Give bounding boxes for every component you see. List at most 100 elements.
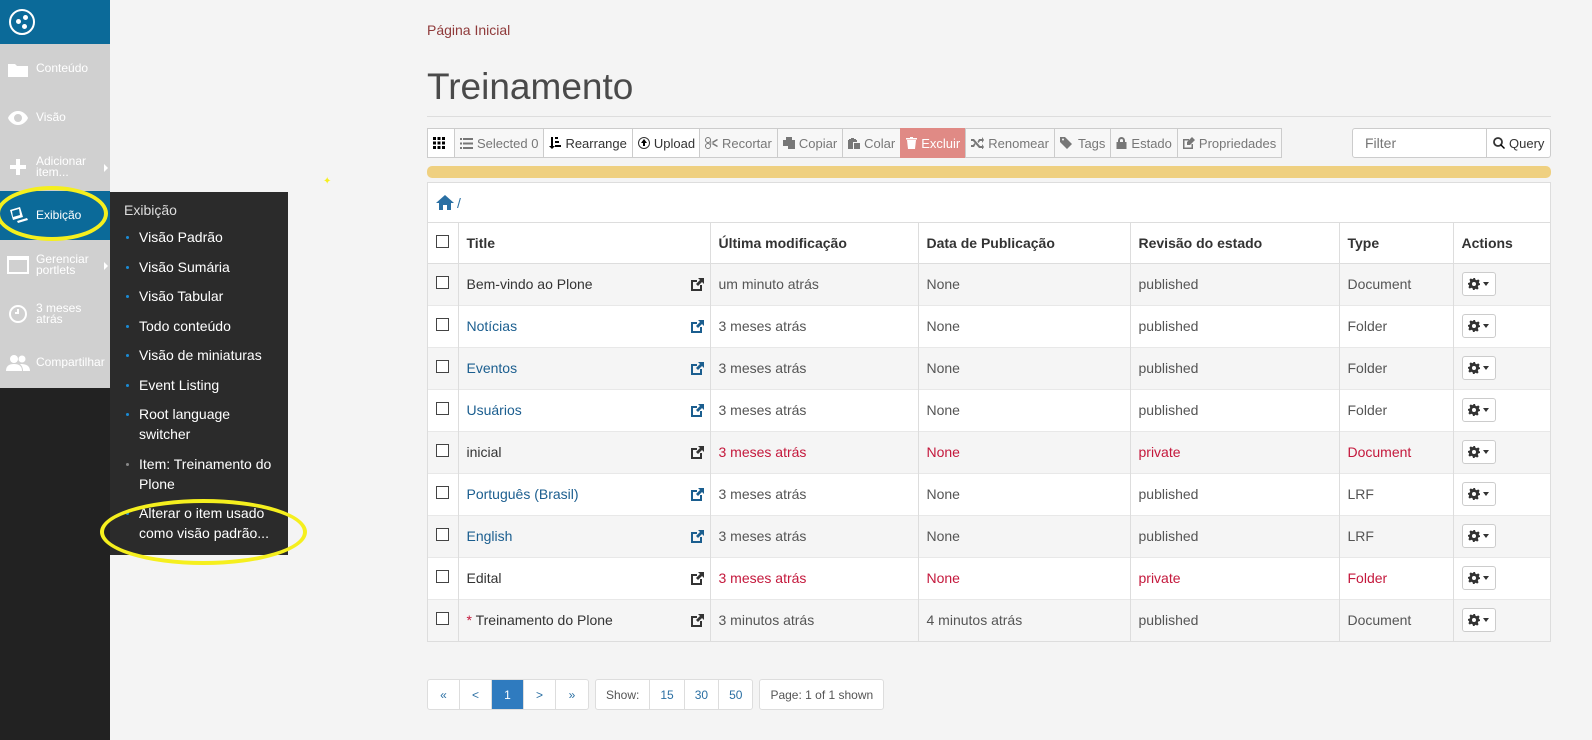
- table-row[interactable]: Edital 3 meses atrás None private Folder: [428, 556, 1550, 599]
- table-row[interactable]: * Treinamento do Plone 3 minutos atrás 4 m…: [428, 598, 1550, 641]
- col-modified[interactable]: Última modificação: [710, 223, 919, 264]
- row-checkbox[interactable]: [436, 402, 449, 415]
- tags-button[interactable]: Tags: [1053, 128, 1112, 158]
- row-select-cell: [428, 262, 459, 305]
- prev-page-button[interactable]: <: [460, 680, 492, 709]
- submenu-item-event-listing[interactable]: Event Listing: [124, 375, 288, 395]
- last-page-button[interactable]: »: [556, 680, 588, 709]
- external-link-icon[interactable]: [690, 571, 704, 585]
- table-row[interactable]: inicial 3 meses atrás None private Document: [428, 430, 1550, 473]
- first-page-button[interactable]: «: [428, 680, 460, 709]
- breadcrumb-home[interactable]: Página Inicial: [427, 22, 510, 38]
- table-row[interactable]: Notícias 3 meses atrás None published Folder: [428, 304, 1550, 347]
- default-page-marker: *: [466, 612, 476, 629]
- row-checkbox[interactable]: [436, 612, 449, 626]
- row-actions-button[interactable]: [1461, 608, 1496, 633]
- submenu-item-default-view[interactable]: Visão Padrão: [124, 227, 288, 247]
- cut-button[interactable]: Recortar: [699, 128, 778, 158]
- external-link-icon[interactable]: [690, 361, 704, 375]
- state-button[interactable]: Estado: [1110, 128, 1178, 158]
- item-title-link[interactable]: Eventos: [467, 360, 518, 376]
- copy-button[interactable]: Copiar: [776, 128, 844, 158]
- col-state[interactable]: Revisão do estado: [1130, 223, 1340, 264]
- row-actions-button[interactable]: [1461, 314, 1496, 338]
- table-row[interactable]: Português (Brasil) 3 meses atrás None publi…: [428, 472, 1550, 515]
- path-text[interactable]: /: [457, 195, 461, 211]
- paste-button[interactable]: Colar: [842, 128, 902, 158]
- plone-logo[interactable]: [0, 0, 110, 44]
- upload-button[interactable]: Upload: [631, 128, 702, 158]
- type-cell: Folder: [1339, 388, 1454, 431]
- col-published[interactable]: Data de Publicação: [918, 223, 1131, 264]
- external-link-icon[interactable]: [690, 487, 704, 501]
- external-link-icon[interactable]: [690, 403, 704, 417]
- col-title[interactable]: Title: [458, 223, 711, 264]
- submenu-item-current-item[interactable]: Item: Treinamento do Plone: [124, 454, 274, 494]
- external-link-icon[interactable]: [690, 445, 704, 459]
- query-button[interactable]: Query: [1487, 128, 1552, 158]
- item-title-link[interactable]: Edital: [467, 570, 502, 586]
- current-page-button[interactable]: 1: [492, 680, 524, 709]
- toolbar-item-portlets[interactable]: Gerenciar portlets: [0, 240, 110, 289]
- properties-button[interactable]: Propriedades: [1176, 128, 1283, 158]
- external-link-icon[interactable]: [690, 529, 704, 543]
- table-row[interactable]: Bem-vindo ao Plone um minuto atrás None pub…: [428, 262, 1550, 305]
- row-actions-button[interactable]: [1461, 356, 1496, 380]
- submenu-item-tabular-view[interactable]: Visão Tabular: [124, 286, 288, 306]
- row-checkbox[interactable]: [436, 444, 449, 457]
- table-row[interactable]: Usuários 3 meses atrás None published Folder: [428, 388, 1550, 431]
- title-cell: English: [458, 514, 711, 557]
- row-actions-button[interactable]: [1461, 440, 1496, 464]
- filter-input[interactable]: [1352, 128, 1487, 158]
- submenu-item-summary-view[interactable]: Visão Sumária: [124, 257, 288, 277]
- selected-button[interactable]: Selected 0: [454, 128, 545, 158]
- row-actions-button[interactable]: [1461, 272, 1496, 296]
- rename-button[interactable]: Renomear: [965, 128, 1055, 158]
- table-row[interactable]: Eventos 3 meses atrás None published Folder: [428, 346, 1550, 389]
- toolbar-item-history[interactable]: 3 meses atrás: [0, 289, 110, 338]
- row-actions-button[interactable]: [1461, 398, 1496, 422]
- table-row[interactable]: English 3 meses atrás None published LRF: [428, 514, 1550, 557]
- item-title-link[interactable]: Português (Brasil): [467, 486, 579, 502]
- list-icon: [460, 137, 473, 149]
- row-checkbox[interactable]: [436, 486, 449, 499]
- next-page-button[interactable]: >: [524, 680, 556, 709]
- page-size-15[interactable]: 15: [650, 680, 685, 709]
- columns-button[interactable]: [427, 128, 455, 158]
- item-title-link[interactable]: inicial: [467, 444, 502, 460]
- rearrange-button[interactable]: Rearrange: [543, 128, 633, 158]
- row-actions-button[interactable]: [1461, 524, 1496, 548]
- item-title-link[interactable]: Bem-vindo ao Plone: [467, 276, 593, 292]
- properties-label: Propriedades: [1198, 135, 1277, 151]
- external-link-icon[interactable]: [690, 613, 704, 627]
- row-select-cell: [428, 388, 459, 431]
- row-actions-button[interactable]: [1461, 482, 1496, 506]
- toolbar-item-display[interactable]: Exibição: [0, 191, 110, 240]
- toolbar-item-contents[interactable]: Conteúdo: [0, 44, 110, 93]
- row-checkbox[interactable]: [436, 528, 449, 541]
- row-checkbox[interactable]: [436, 570, 449, 583]
- submenu-item-change-default[interactable]: Alterar o item usado como visão padrão..…: [124, 503, 274, 543]
- delete-button[interactable]: Excluir: [900, 128, 967, 158]
- row-checkbox[interactable]: [436, 276, 449, 289]
- submenu-item-thumbnail-view[interactable]: Visão de miniaturas: [124, 345, 288, 365]
- submenu-item-language-switcher[interactable]: Root language switcher: [124, 404, 254, 444]
- col-type[interactable]: Type: [1339, 223, 1454, 264]
- item-title-link[interactable]: English: [467, 528, 513, 544]
- title-cell: Edital: [458, 556, 711, 599]
- item-title-link[interactable]: Treinamento do Plone: [476, 612, 613, 628]
- external-link-icon[interactable]: [690, 277, 704, 291]
- row-checkbox[interactable]: [436, 318, 449, 331]
- toolbar-item-view[interactable]: Visão: [0, 93, 110, 142]
- select-all-checkbox[interactable]: [436, 234, 449, 248]
- toolbar-item-sharing[interactable]: Compartilhar: [0, 338, 110, 387]
- page-size-50[interactable]: 50: [719, 680, 752, 709]
- submenu-item-all-content[interactable]: Todo conteúdo: [124, 316, 288, 336]
- row-actions-button[interactable]: [1461, 566, 1496, 590]
- item-title-link[interactable]: Usuários: [467, 402, 522, 418]
- row-checkbox[interactable]: [436, 360, 449, 373]
- page-size-30[interactable]: 30: [685, 680, 720, 709]
- item-title-link[interactable]: Notícias: [467, 318, 518, 334]
- external-link-icon[interactable]: [690, 319, 704, 333]
- toolbar-item-add[interactable]: Adicionar item...: [0, 142, 110, 191]
